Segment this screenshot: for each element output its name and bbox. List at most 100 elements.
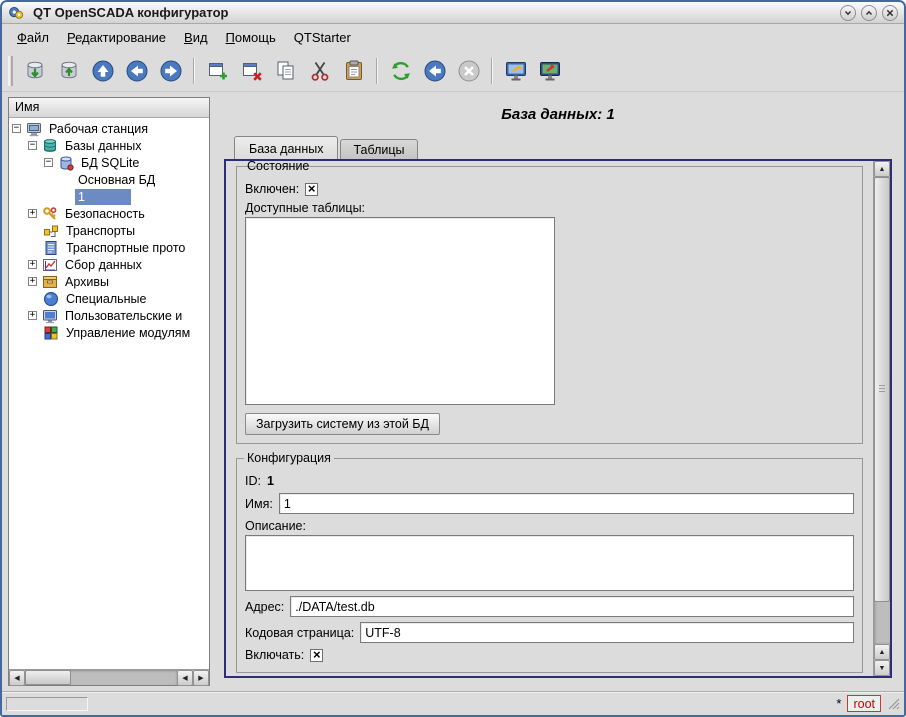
menu-help[interactable]: Помощь	[217, 26, 285, 49]
statusbar: * root	[2, 691, 904, 715]
tree-hscrollbar[interactable]: ◀ ◀ ▶	[9, 669, 209, 685]
app-window: QT OpenSCADA конфигуратор Файл Редактиро…	[0, 0, 906, 717]
scroll-up-icon[interactable]: ▲	[874, 644, 890, 660]
enabled-checkbox[interactable]	[305, 183, 318, 196]
close-button[interactable]	[882, 5, 898, 21]
collapse-icon[interactable]	[44, 158, 53, 167]
qt-vision-icon[interactable]	[533, 54, 566, 87]
expand-icon[interactable]	[28, 209, 37, 218]
refresh-icon[interactable]	[384, 54, 417, 87]
address-input[interactable]	[290, 596, 854, 617]
resize-grip[interactable]	[887, 697, 900, 710]
content-vscrollbar[interactable]: ▲ ▲ ▼	[873, 161, 890, 676]
vscroll-track[interactable]	[874, 177, 890, 644]
menu-file[interactable]: Файл	[8, 26, 58, 49]
unshade-button[interactable]	[861, 5, 877, 21]
menu-view[interactable]: Вид	[175, 26, 217, 49]
go-back-icon[interactable]	[120, 54, 153, 87]
enable-checkbox[interactable]	[310, 649, 323, 662]
tree-item-db-1[interactable]: 1	[9, 188, 209, 205]
go-up-icon[interactable]	[86, 54, 119, 87]
tree-item-label: Транспорты	[63, 223, 138, 239]
tabbar: База данных Таблицы	[222, 136, 894, 159]
tree-item-label: Транспортные прото	[63, 240, 188, 256]
description-label: Описание:	[245, 519, 306, 533]
codepage-input[interactable]	[360, 622, 854, 643]
tree-body: Рабочая станция Базы данных БД SQLite Ос…	[9, 118, 209, 669]
sqlite-db-icon	[58, 155, 74, 171]
go-forward-icon[interactable]	[154, 54, 187, 87]
expand-icon[interactable]	[28, 260, 37, 269]
load-from-db-icon[interactable]	[18, 54, 51, 87]
tree-item-data-acquisition[interactable]: Сбор данных	[9, 256, 209, 273]
state-group-title: Состояние	[244, 161, 312, 173]
tree-item-transport-protocols[interactable]: Транспортные прото	[9, 239, 209, 256]
scroll-left-icon[interactable]: ◀	[177, 670, 193, 686]
tables-listbox[interactable]	[245, 217, 555, 405]
hscroll-thumb[interactable]	[25, 670, 71, 685]
tree-item-user-interfaces[interactable]: Пользовательские и	[9, 307, 209, 324]
tab-tables[interactable]: Таблицы	[340, 139, 417, 159]
scroll-right-icon[interactable]: ▶	[193, 670, 209, 686]
state-groupbox: Состояние Включен: Доступные таблицы: За…	[236, 166, 863, 444]
tree-item-label: БД SQLite	[78, 155, 142, 171]
tree-item-archives[interactable]: Архивы	[9, 273, 209, 290]
tree-item-label: Пользовательские и	[62, 308, 185, 324]
scroll-up-icon[interactable]: ▲	[874, 161, 890, 177]
stop-icon[interactable]	[452, 54, 485, 87]
monitor-icon	[42, 308, 58, 324]
save-to-db-icon[interactable]	[52, 54, 85, 87]
collapse-icon[interactable]	[28, 141, 37, 150]
vscroll-thumb[interactable]	[874, 177, 890, 602]
archive-icon	[42, 274, 58, 290]
tree-item-workstation[interactable]: Рабочая станция	[9, 120, 209, 137]
cut-item-icon[interactable]	[303, 54, 336, 87]
toolbar-separator	[491, 58, 493, 84]
menu-edit[interactable]: Редактирование	[58, 26, 175, 49]
paste-item-icon[interactable]	[337, 54, 370, 87]
tree-item-module-management[interactable]: Управление модулям	[9, 324, 209, 341]
titlebar[interactable]: QT OpenSCADA конфигуратор	[2, 2, 904, 24]
tree-item-label-selected: 1	[75, 189, 131, 205]
tree-item-label: Архивы	[62, 274, 112, 290]
tree-item-main-db[interactable]: Основная БД	[9, 171, 209, 188]
toolbar-separator	[376, 58, 378, 84]
toolbar-handle[interactable]	[8, 56, 13, 86]
security-keys-icon	[42, 206, 58, 222]
tab-database[interactable]: База данных	[234, 136, 338, 159]
chart-icon	[42, 257, 58, 273]
modified-indicator: *	[836, 696, 841, 711]
tree-item-db-sqlite[interactable]: БД SQLite	[9, 154, 209, 171]
id-label: ID:	[245, 474, 261, 488]
tree-item-label: Основная БД	[75, 172, 158, 188]
name-input[interactable]	[279, 493, 854, 514]
expand-icon[interactable]	[28, 311, 37, 320]
add-item-icon[interactable]	[201, 54, 234, 87]
menu-qtstarter[interactable]: QTStarter	[285, 26, 360, 49]
menubar: Файл Редактирование Вид Помощь QTStarter	[2, 24, 904, 50]
hscroll-track[interactable]	[25, 670, 177, 685]
collapse-icon[interactable]	[12, 124, 21, 133]
copy-item-icon[interactable]	[269, 54, 302, 87]
special-icon	[43, 291, 59, 307]
tree-header[interactable]: Имя	[9, 98, 209, 118]
expand-icon[interactable]	[28, 277, 37, 286]
go-previous-icon[interactable]	[418, 54, 451, 87]
tree-item-special[interactable]: Специальные	[9, 290, 209, 307]
description-textarea[interactable]	[245, 535, 854, 591]
scroll-down-icon[interactable]: ▼	[874, 660, 890, 676]
toolbar-separator	[193, 58, 195, 84]
load-system-button[interactable]: Загрузить систему из этой БД	[245, 413, 440, 435]
tree-item-label: Управление модулям	[63, 325, 193, 341]
tree-item-databases[interactable]: Базы данных	[9, 137, 209, 154]
tree-item-security[interactable]: Безопасность	[9, 205, 209, 222]
tree-item-transports[interactable]: Транспорты	[9, 222, 209, 239]
name-label: Имя:	[245, 497, 273, 511]
transports-icon	[43, 223, 59, 239]
scroll-left-icon[interactable]: ◀	[9, 670, 25, 686]
qt-configurator-icon[interactable]	[499, 54, 532, 87]
modules-icon	[43, 325, 59, 341]
config-groupbox: Конфигурация ID: 1 Имя: Описание:	[236, 458, 863, 673]
delete-item-icon[interactable]	[235, 54, 268, 87]
shade-button[interactable]	[840, 5, 856, 21]
